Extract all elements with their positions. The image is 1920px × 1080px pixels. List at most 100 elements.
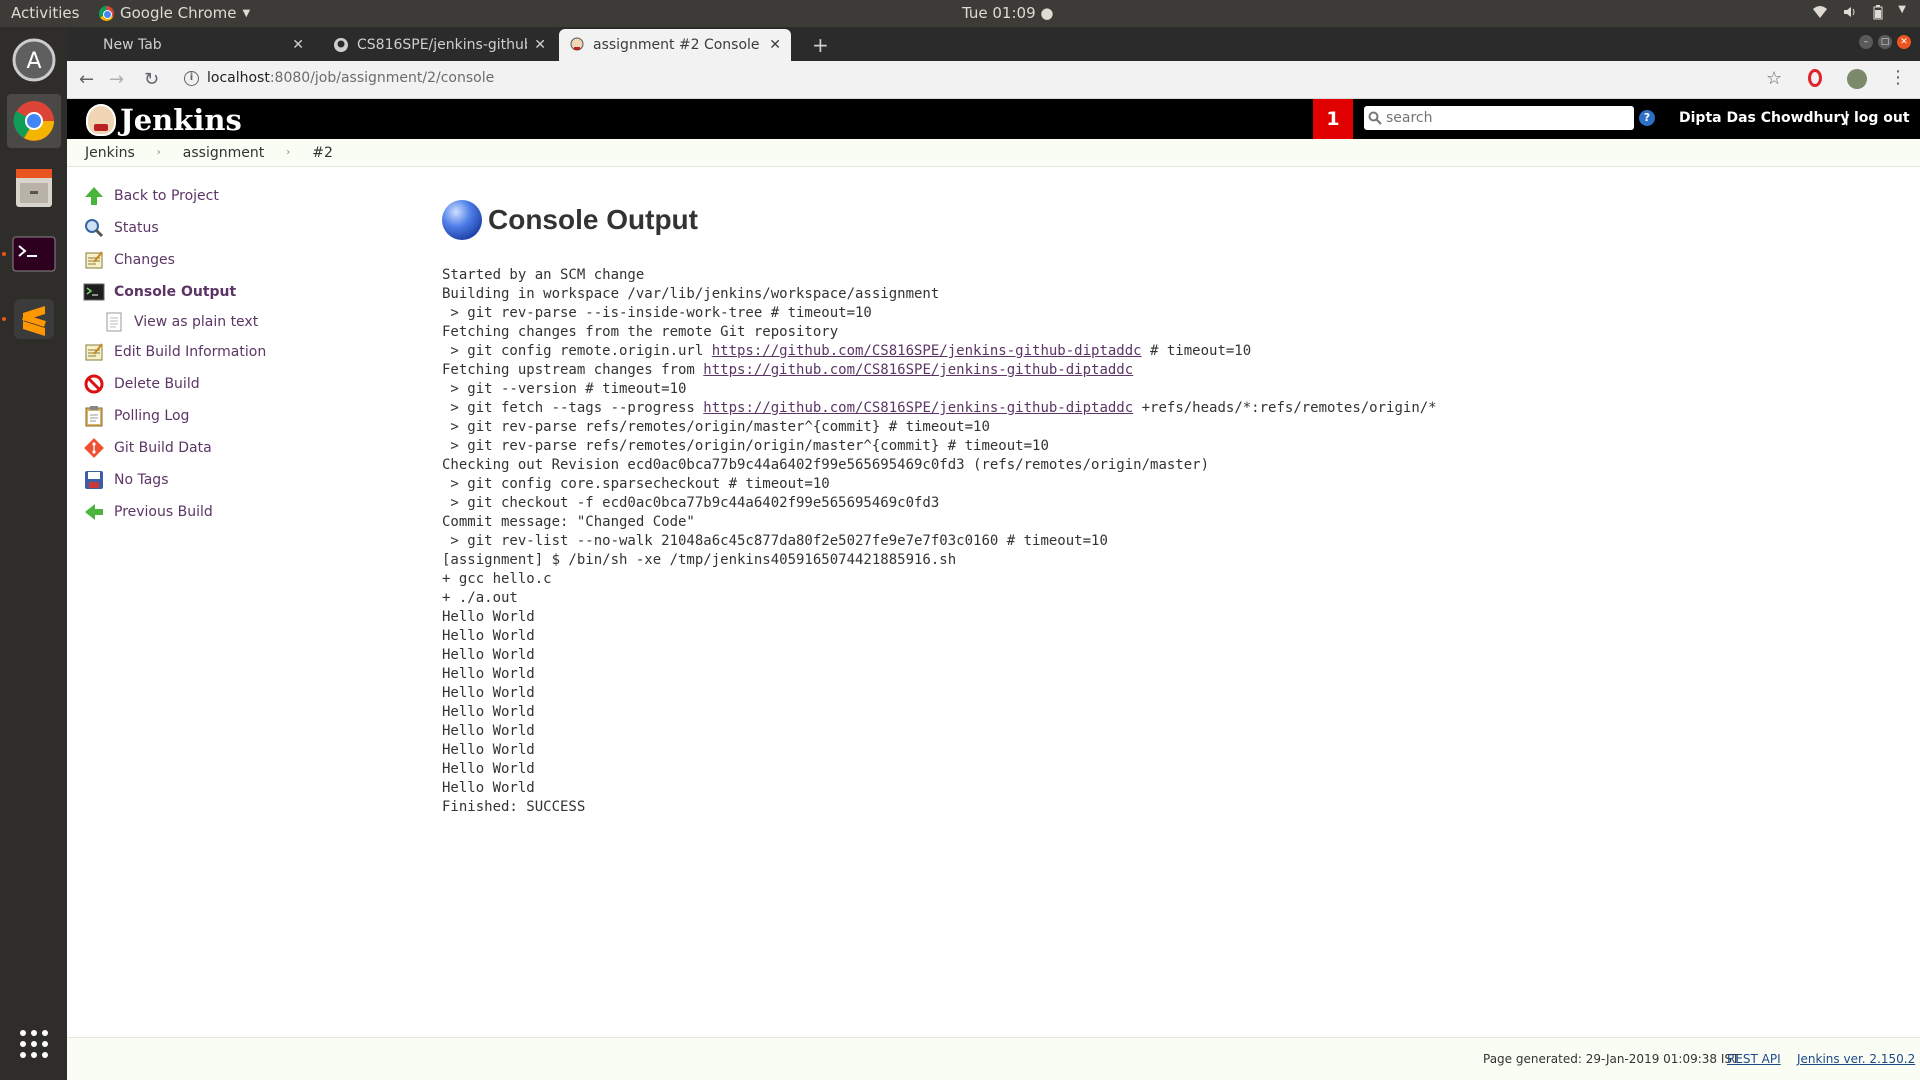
chrome-icon: [13, 101, 54, 141]
dock-files[interactable]: [7, 160, 61, 214]
dock-sublime-text[interactable]: [7, 292, 61, 346]
profile-avatar[interactable]: [1847, 69, 1867, 89]
task-changes[interactable]: Changes: [82, 244, 382, 276]
reload-icon[interactable]: ↻: [144, 69, 159, 90]
page-generated-text: Page generated: 29-Jan-2019 01:09:38 IST: [1483, 1052, 1740, 1066]
battery-icon: [1873, 5, 1883, 20]
opera-icon[interactable]: [1808, 69, 1822, 87]
system-tray[interactable]: ▼: [1812, 4, 1906, 20]
page-header: Console Output: [442, 200, 1842, 240]
console-line-suffix: # timeout=10: [1141, 343, 1252, 359]
new-tab-button[interactable]: +: [812, 33, 829, 57]
tab-new-tab[interactable]: New Tab ✕: [81, 29, 314, 61]
search-box[interactable]: [1364, 106, 1634, 130]
console-line: Started by an SCM change: [442, 267, 645, 283]
console-line: Fetching upstream changes from: [442, 362, 704, 378]
breadcrumb-assignment[interactable]: assignment: [179, 145, 268, 161]
task-console-output[interactable]: Console Output: [82, 276, 382, 308]
breadcrumb-build[interactable]: #2: [308, 145, 337, 161]
task-view-as-plain-text[interactable]: View as plain text: [82, 308, 382, 336]
url-path: :8080/job/assignment/2/console: [269, 70, 495, 86]
console-line: Hello World: [442, 780, 535, 796]
maximize-button[interactable]: □: [1878, 35, 1892, 49]
chrome-menu-icon[interactable]: ⋮: [1889, 67, 1907, 88]
task-label: Back to Project: [114, 188, 219, 204]
terminal-icon: [12, 236, 56, 272]
chevron-right-icon[interactable]: ›: [157, 147, 161, 158]
task-no-tags[interactable]: No Tags: [82, 464, 382, 496]
dock-show-applications[interactable]: [7, 1017, 61, 1071]
repo-link[interactable]: https://github.com/CS816SPE/jenkins-gith…: [703, 400, 1133, 416]
address-bar[interactable]: localhost:8080/job/assignment/2/console: [207, 70, 494, 86]
up-arrow-icon: [82, 184, 106, 208]
task-label: Delete Build: [114, 376, 200, 392]
dock-software-updater[interactable]: A: [7, 33, 61, 87]
task-label: No Tags: [114, 472, 169, 488]
task-polling-log[interactable]: Polling Log: [82, 400, 382, 432]
console-line: > git rev-list --no-walk 21048a6c45c877d…: [442, 533, 1108, 549]
tab-close-icon[interactable]: ✕: [534, 37, 546, 53]
clock[interactable]: Tue 01:09 ●: [962, 4, 1053, 22]
browser-tab-strip: New Tab ✕ CS816SPE/jenkins-github ✕ assi…: [67, 27, 1920, 61]
activities-button[interactable]: Activities: [11, 4, 79, 22]
chevron-right-icon[interactable]: ›: [286, 147, 290, 158]
breadcrumb-jenkins[interactable]: Jenkins: [81, 145, 139, 161]
caret-down-icon: ▼: [242, 7, 251, 19]
file-cabinet-icon: [16, 169, 52, 207]
url-host: localhost: [207, 70, 270, 86]
console-line: Fetching changes from the remote Git rep…: [442, 324, 839, 340]
tab-console[interactable]: assignment #2 Console [J ✕: [559, 29, 791, 61]
task-back-to-project[interactable]: Back to Project: [82, 180, 382, 212]
tab-label: New Tab: [103, 37, 162, 53]
bookmark-star-icon[interactable]: ☆: [1766, 68, 1782, 89]
task-status[interactable]: Status: [82, 212, 382, 244]
console-line: > git --version # timeout=10: [442, 381, 687, 397]
console-line: > git fetch --tags --progress: [442, 400, 704, 416]
forward-arrow-icon[interactable]: →: [109, 69, 124, 90]
breadcrumb: Jenkins › assignment › #2: [67, 139, 1920, 167]
document-icon: [102, 310, 126, 334]
logout-link[interactable]: | log out: [1844, 110, 1910, 126]
tab-github[interactable]: CS816SPE/jenkins-github ✕: [323, 29, 556, 61]
task-delete-build[interactable]: Delete Build: [82, 368, 382, 400]
repo-link[interactable]: https://github.com/CS816SPE/jenkins-gith…: [712, 343, 1142, 359]
close-window-button[interactable]: ✕: [1897, 35, 1911, 49]
repo-link[interactable]: https://github.com/CS816SPE/jenkins-gith…: [703, 362, 1133, 378]
console-line: Hello World: [442, 704, 535, 720]
jenkins-logo-text: Jenkins: [120, 103, 242, 137]
jenkins-logo[interactable]: Jenkins: [86, 103, 242, 137]
app-menu[interactable]: Google Chrome ▼: [99, 4, 250, 22]
console-line: > git config core.sparsecheckout # timeo…: [442, 476, 830, 492]
console-line: Hello World: [442, 666, 535, 682]
tab-close-icon[interactable]: ✕: [292, 37, 304, 53]
task-label: Previous Build: [114, 504, 213, 520]
jenkins-icon: [570, 37, 584, 51]
dock-google-chrome[interactable]: [7, 94, 61, 148]
site-info-icon[interactable]: i: [184, 71, 199, 86]
task-label: Git Build Data: [114, 440, 212, 456]
task-edit-build-information[interactable]: Edit Build Information: [82, 336, 382, 368]
console-line: Checking out Revision ecd0ac0bca77b9c44a…: [442, 457, 1210, 473]
jenkins-header: Jenkins 1 ? Dipta Das Chowdhury | log ou…: [67, 99, 1920, 139]
software-updater-icon: A: [12, 38, 56, 82]
console-line: Hello World: [442, 742, 535, 758]
user-name-link[interactable]: Dipta Das Chowdhury: [1679, 110, 1850, 126]
github-icon: [334, 38, 348, 52]
minimize-button[interactable]: –: [1859, 35, 1873, 49]
notification-badge[interactable]: 1: [1313, 99, 1353, 139]
console-line: > git rev-parse refs/remotes/origin/mast…: [442, 419, 990, 435]
help-icon[interactable]: ?: [1639, 110, 1655, 126]
search-input[interactable]: [1386, 110, 1626, 126]
tab-close-icon[interactable]: ✕: [769, 37, 781, 53]
task-git-build-data[interactable]: Git Build Data: [82, 432, 382, 464]
dock-terminal[interactable]: [7, 227, 61, 281]
chrome-icon: [99, 5, 114, 21]
task-label: Status: [114, 220, 159, 236]
rest-api-link[interactable]: REST API: [1727, 1052, 1781, 1066]
console-line: + gcc hello.c: [442, 571, 552, 587]
back-arrow-icon[interactable]: ←: [79, 69, 94, 90]
task-label: Edit Build Information: [114, 344, 267, 360]
console-line: > git config remote.origin.url: [442, 343, 712, 359]
task-previous-build[interactable]: Previous Build: [82, 496, 382, 528]
jenkins-version-link[interactable]: Jenkins ver. 2.150.2: [1797, 1052, 1915, 1066]
